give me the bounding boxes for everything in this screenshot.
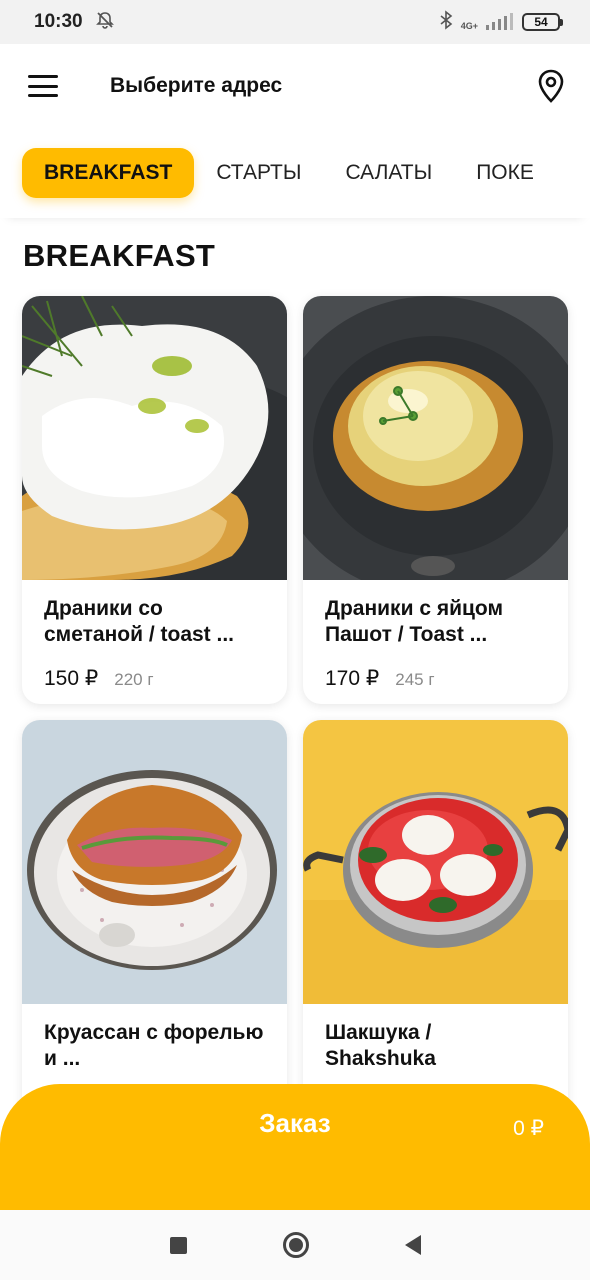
product-name: Драники с яйцом Пашот / Toast ... [325,597,503,646]
product-weight: 220 г [114,670,154,689]
back-icon[interactable] [404,1235,421,1255]
app-header: Выберите адрес [0,44,590,128]
system-nav-bar [0,1210,590,1280]
order-button[interactable]: Заказ 0 ₽ [0,1084,590,1214]
category-tabs: BREAKFAST СТАРТЫ САЛАТЫ ПОКЕ [0,128,590,218]
tab-breakfast[interactable]: BREAKFAST [22,148,195,198]
product-name: Драники со сметаной / toast ... [44,597,235,646]
product-image [303,720,568,1004]
product-image [22,720,287,1004]
tab-starters[interactable]: СТАРТЫ [194,148,323,198]
tab-salads[interactable]: САЛАТЫ [323,148,454,198]
product-card[interactable]: Шакшука / Shakshuka [303,720,568,1128]
recent-apps-icon[interactable] [169,1236,187,1254]
product-card[interactable]: Драники со сметаной / toast ... 150 ₽ 22… [22,296,287,704]
product-weight: 245 г [395,670,435,689]
product-image [303,296,568,580]
status-time: 10:30 [34,11,83,32]
product-card[interactable]: Драники с яйцом Пашот / Toast ... 170 ₽ … [303,296,568,704]
product-card[interactable]: Круассан с форелью и ... [22,720,287,1128]
section-title: BREAKFAST [23,238,216,273]
status-bar: 10:30 4G+ 54 [0,0,590,44]
battery-icon: 54 [522,13,563,31]
product-price: 150 ₽ [44,667,99,690]
product-price: 170 ₽ [325,667,380,690]
product-name: Шакшука / Shakshuka [325,1021,436,1070]
product-grid: Драники со сметаной / toast ... 150 ₽ 22… [22,296,568,1128]
address-selector[interactable]: Выберите адрес [110,74,282,98]
mute-icon [95,10,115,35]
product-image [22,296,287,580]
bluetooth-icon [439,9,453,35]
product-name: Круассан с форелью и ... [44,1021,264,1070]
signal-icon: 4G+ [461,13,514,31]
network-type: 4G+ [460,21,478,31]
home-icon[interactable] [282,1232,309,1258]
order-label: Заказ [259,1108,331,1138]
order-total: 0 ₽ [513,1117,544,1140]
menu-icon[interactable] [28,75,58,97]
location-pin-icon[interactable] [536,69,566,103]
tab-poke[interactable]: ПОКЕ [454,148,556,198]
